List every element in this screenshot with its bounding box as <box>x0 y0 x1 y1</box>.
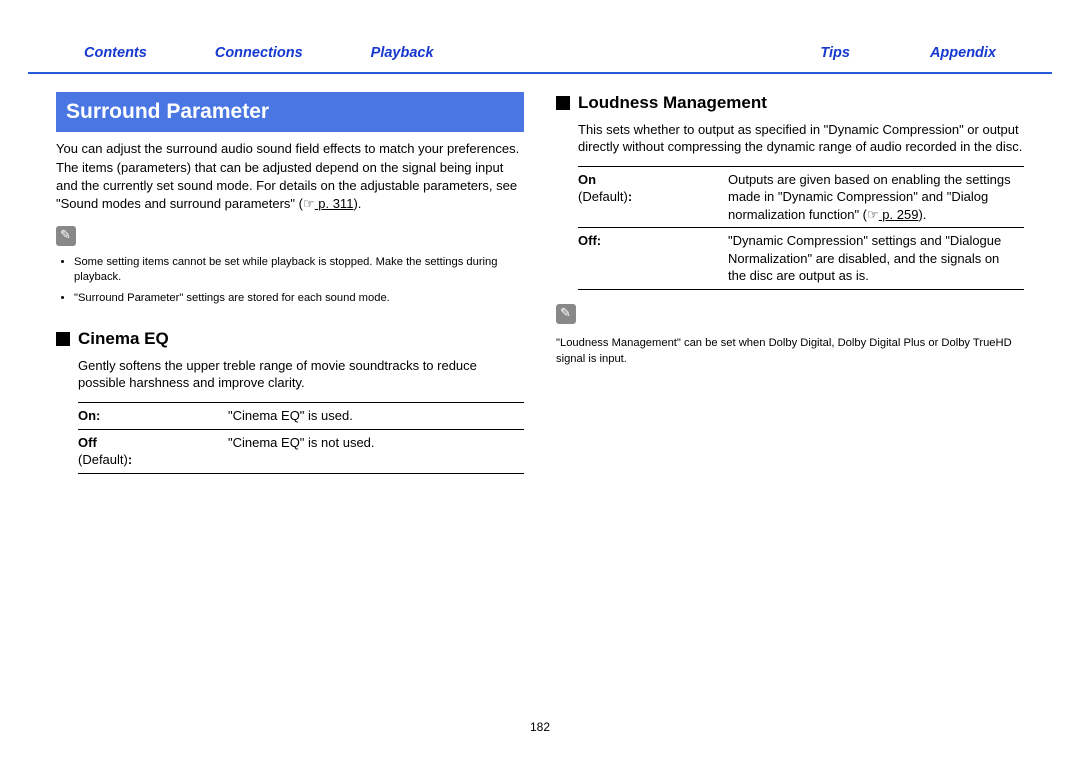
pencil-icon <box>56 226 76 246</box>
nav-connections[interactable]: Connections <box>215 44 303 64</box>
nav-playback[interactable]: Playback <box>371 44 434 64</box>
cinema-eq-heading: Cinema EQ <box>56 328 524 351</box>
option-key: Off: <box>578 228 728 290</box>
note-item: Some setting items cannot be set while p… <box>74 255 524 285</box>
intro-text-2: The items (parameters) that can be adjus… <box>56 159 524 212</box>
square-bullet-icon <box>56 332 70 346</box>
cinema-eq-desc: Gently softens the upper treble range of… <box>78 357 524 392</box>
square-bullet-icon <box>556 96 570 110</box>
pointer-icon: ☞ <box>867 206 879 224</box>
intro-text-1: You can adjust the surround audio sound … <box>56 140 524 158</box>
option-value: Outputs are given based on enabling the … <box>728 166 1024 228</box>
pencil-icon <box>556 304 576 324</box>
nav-contents[interactable]: Contents <box>84 44 147 64</box>
pointer-icon: ☞ <box>303 195 315 213</box>
option-key: Off (Default): <box>78 429 228 473</box>
top-nav: Contents Connections Playback Tips Appen… <box>28 0 1052 74</box>
table-row: Off (Default): "Cinema EQ" is not used. <box>78 429 524 473</box>
loudness-mgmt-heading: Loudness Management <box>556 92 1024 115</box>
table-row: On: "Cinema EQ" is used. <box>78 403 524 430</box>
nav-appendix[interactable]: Appendix <box>930 44 996 64</box>
loudness-mgmt-desc: This sets whether to output as specified… <box>578 121 1024 156</box>
table-row: On (Default): Outputs are given based on… <box>578 166 1024 228</box>
option-key: On (Default): <box>578 166 728 228</box>
option-value: "Cinema EQ" is not used. <box>228 429 524 473</box>
nav-tips[interactable]: Tips <box>820 44 850 64</box>
note-text: "Loudness Management" can be set when Do… <box>556 336 1024 366</box>
right-column: Loudness Management This sets whether to… <box>556 92 1024 474</box>
loudness-mgmt-table: On (Default): Outputs are given based on… <box>578 166 1024 290</box>
table-row: Off: "Dynamic Compression" settings and … <box>578 228 1024 290</box>
note-item: "Surround Parameter" settings are stored… <box>74 291 524 306</box>
option-value: "Cinema EQ" is used. <box>228 403 524 430</box>
left-column: Surround Parameter You can adjust the su… <box>56 92 524 474</box>
page-link-259[interactable]: ☞ p. 259 <box>867 207 918 222</box>
option-value: "Dynamic Compression" settings and "Dial… <box>728 228 1024 290</box>
page-number: 182 <box>0 719 1080 735</box>
note-box: Some setting items cannot be set while p… <box>56 226 524 306</box>
note-box: "Loudness Management" can be set when Do… <box>556 304 1024 367</box>
section-banner: Surround Parameter <box>56 92 524 132</box>
page-link-311[interactable]: ☞ p. 311 <box>303 196 353 211</box>
cinema-eq-table: On: "Cinema EQ" is used. Off (Default): … <box>78 402 524 474</box>
option-key: On: <box>78 403 228 430</box>
